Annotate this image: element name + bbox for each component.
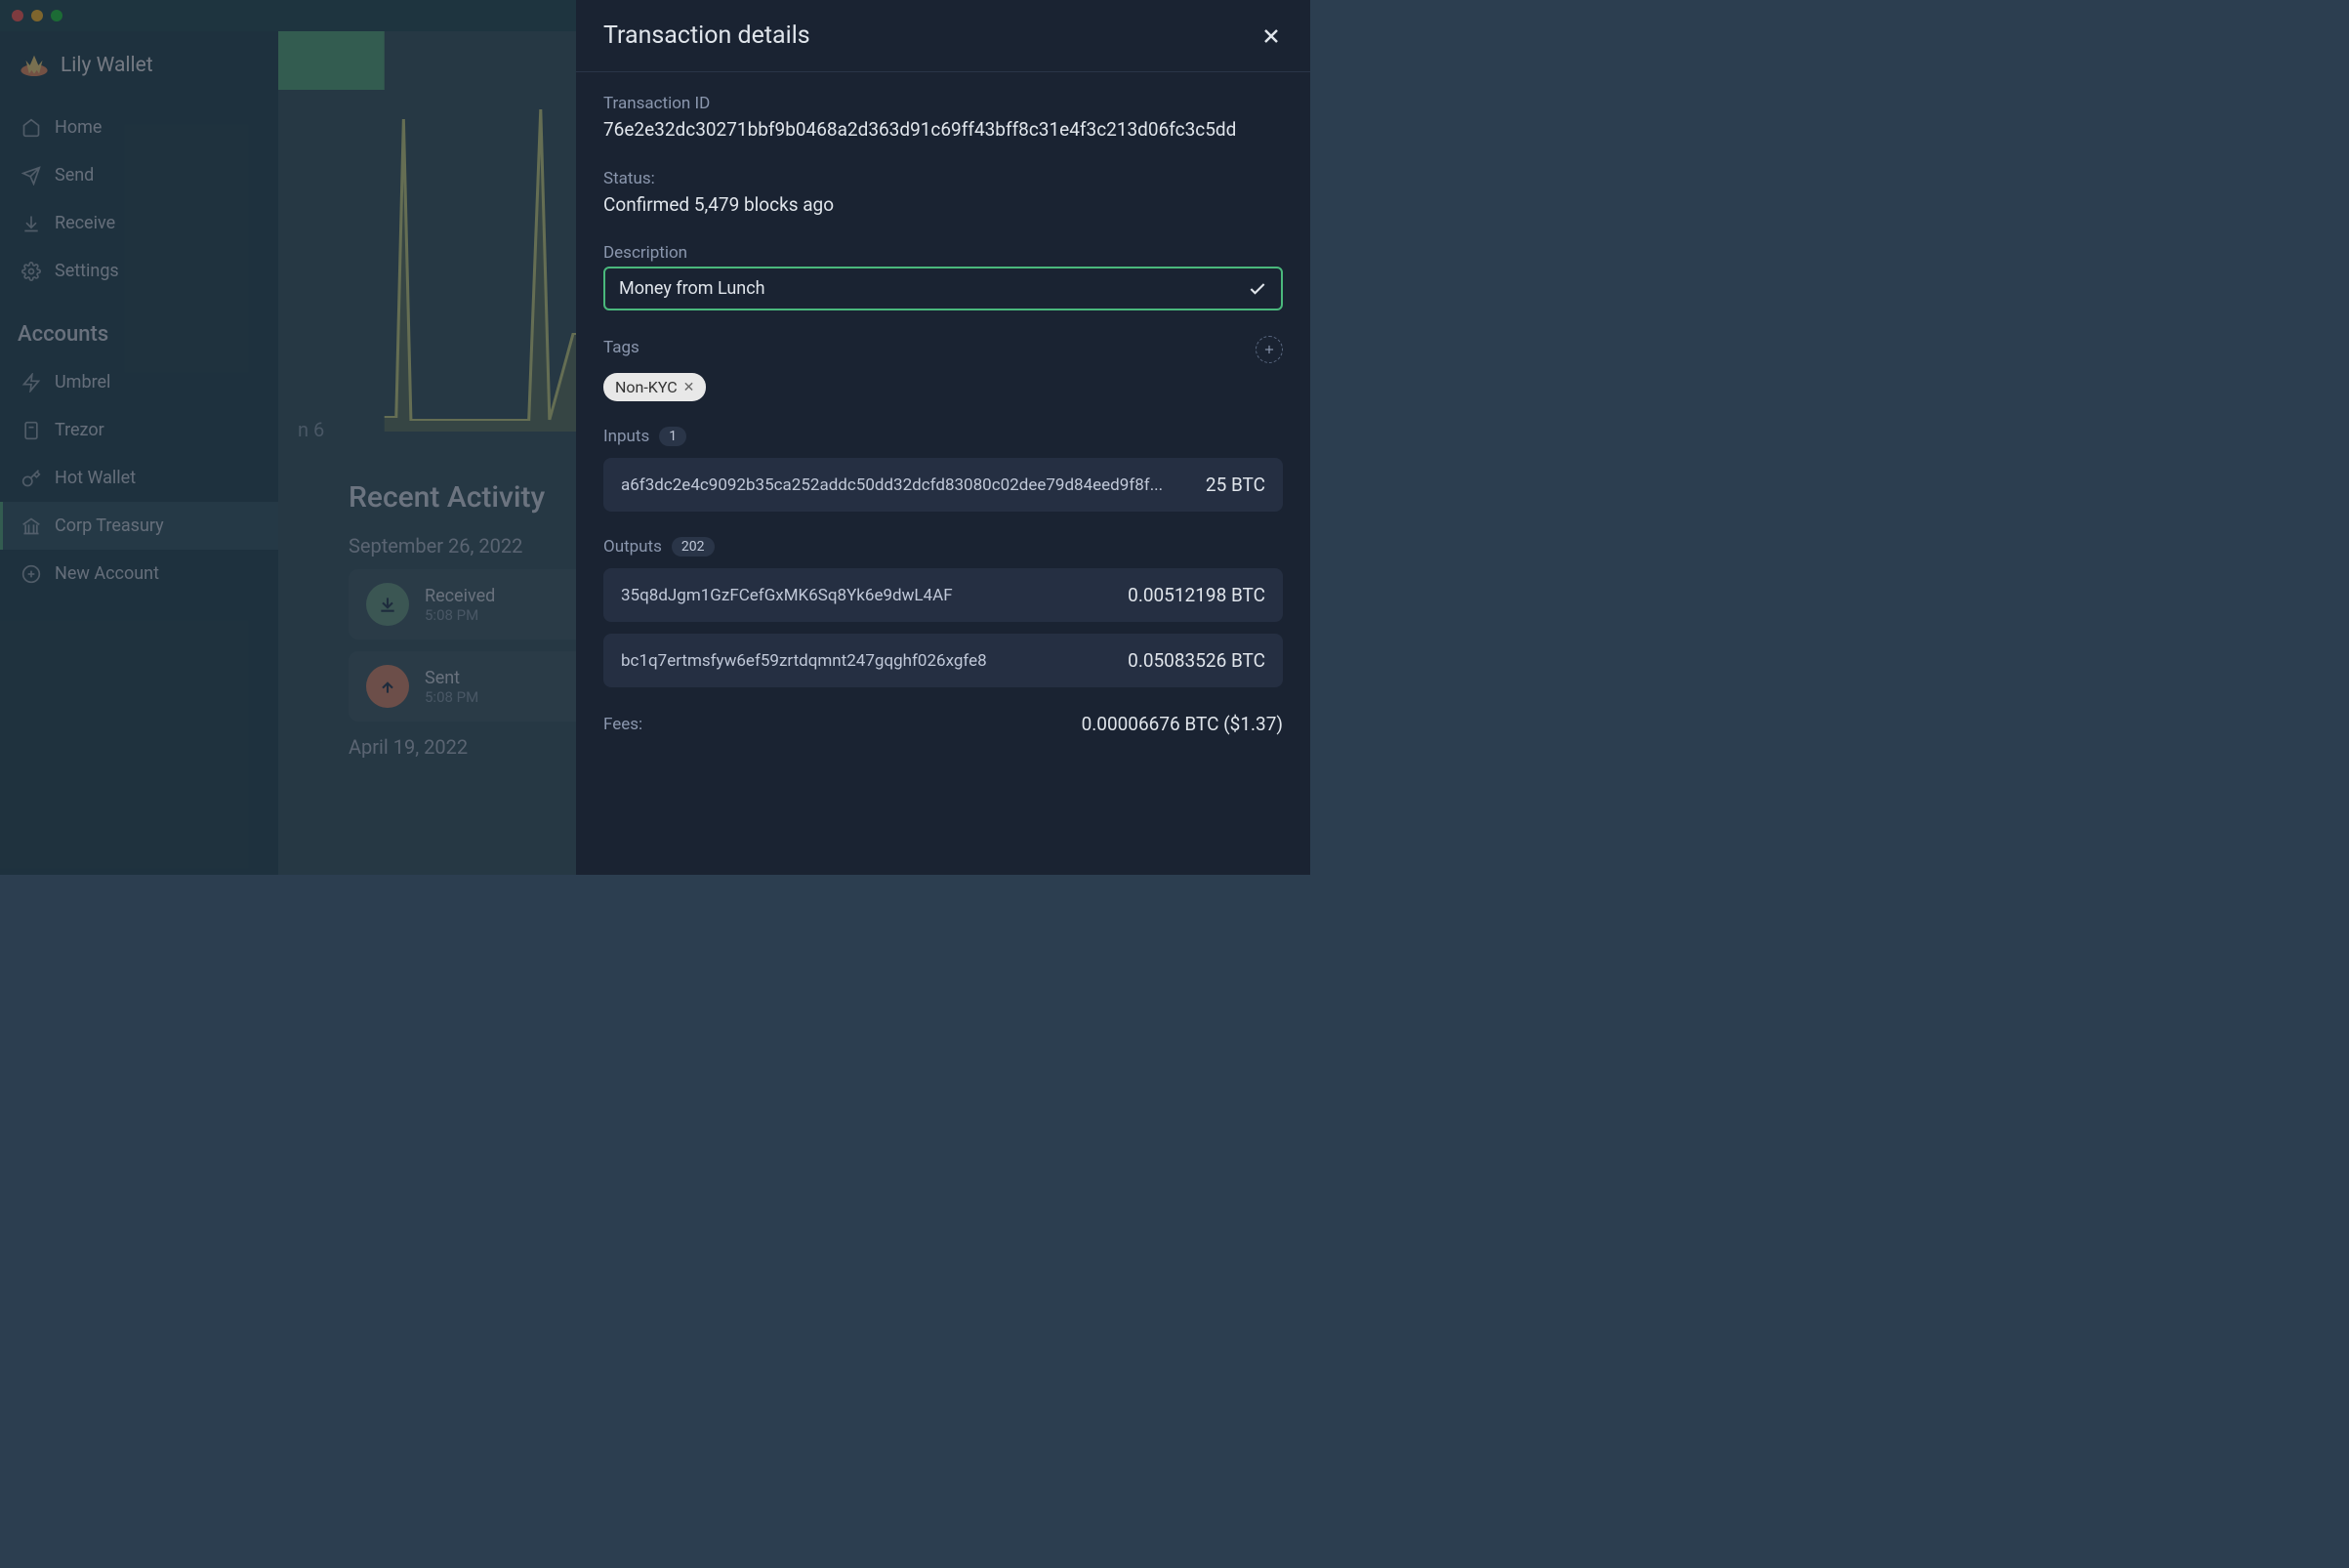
fees-value: 0.00006676 BTC ($1.37): [1082, 713, 1283, 735]
output-amount: 0.00512198 BTC: [1128, 584, 1265, 606]
inputs-label: Inputs: [603, 427, 649, 446]
output-address: bc1q7ertmsfyw6ef59zrtdqmnt247gqghf026xgf…: [621, 651, 1110, 671]
outputs-label: Outputs: [603, 537, 662, 557]
description-label: Description: [603, 243, 1283, 263]
input-row[interactable]: a6f3dc2e4c9092b35ca252addc50dd32dcfd8308…: [603, 458, 1283, 512]
txid-value: 76e2e32dc30271bbf9b0468a2d363d91c69ff43b…: [603, 117, 1283, 144]
description-input[interactable]: [619, 278, 1248, 299]
fees-label: Fees:: [603, 715, 642, 734]
transaction-details-panel: Transaction details Transaction ID 76e2e…: [576, 0, 1310, 875]
output-address: 35q8dJgm1GzFCefGxMK6Sq8Yk6e9dwL4AF: [621, 586, 1110, 605]
add-tag-button[interactable]: [1256, 336, 1283, 363]
check-icon[interactable]: [1248, 279, 1267, 299]
tag-remove-icon[interactable]: ✕: [683, 380, 695, 395]
output-row[interactable]: bc1q7ertmsfyw6ef59zrtdqmnt247gqghf026xgf…: [603, 634, 1283, 687]
panel-title: Transaction details: [603, 21, 810, 50]
tag-chip: Non-KYC ✕: [603, 373, 706, 401]
tag-label: Non-KYC: [615, 378, 678, 396]
close-icon[interactable]: [1259, 24, 1283, 48]
txid-label: Transaction ID: [603, 94, 1283, 113]
outputs-count: 202: [672, 537, 715, 557]
status-value: Confirmed 5,479 blocks ago: [603, 192, 1283, 219]
status-label: Status:: [603, 169, 1283, 188]
output-amount: 0.05083526 BTC: [1128, 649, 1265, 672]
tags-label: Tags: [603, 338, 639, 357]
inputs-count: 1: [659, 427, 686, 446]
input-address: a6f3dc2e4c9092b35ca252addc50dd32dcfd8308…: [621, 475, 1188, 495]
description-input-wrapper: [603, 267, 1283, 310]
output-row[interactable]: 35q8dJgm1GzFCefGxMK6Sq8Yk6e9dwL4AF 0.005…: [603, 568, 1283, 622]
plus-icon: [1262, 343, 1276, 356]
input-amount: 25 BTC: [1206, 474, 1265, 496]
